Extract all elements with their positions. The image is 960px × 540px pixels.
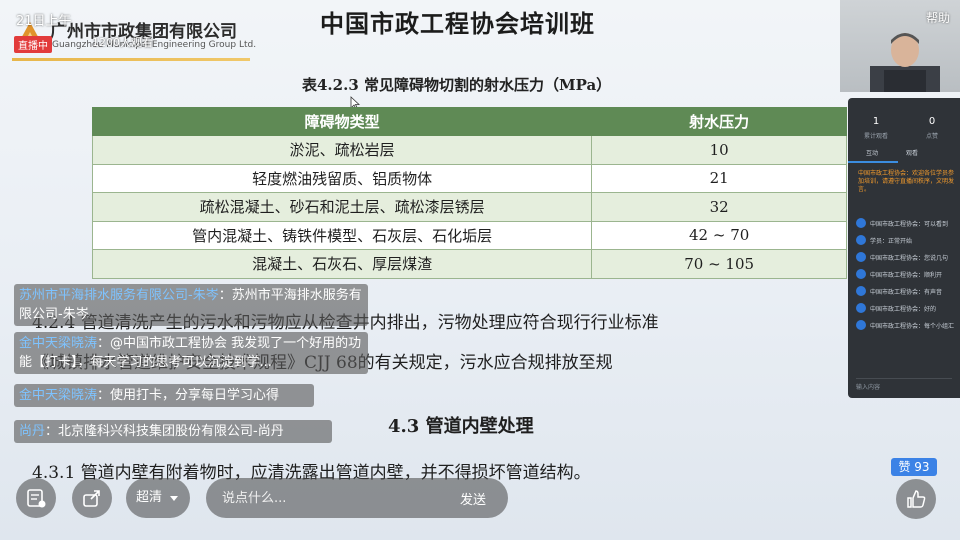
chevron-down-icon (170, 496, 178, 501)
tab-viewers[interactable]: 观看 (906, 148, 918, 157)
stat-label: 累计观看 (863, 133, 888, 140)
company-name-en: Guangzhou Municipal Engineering Group Lt… (52, 40, 257, 50)
quality-label: 超清 (136, 490, 163, 505)
panel-notice: 中国市政工程协会：欢迎各位学员参加培训，请遵守直播间秩序，文明发言。 (858, 170, 955, 193)
table-cell: 32 (591, 192, 847, 222)
list-item: 中国市政工程协会：有声音 (854, 284, 958, 301)
table-cell: 疏松混凝土、砂石和泥土层、疏松漆层锈层 (91, 192, 593, 222)
avatar (856, 269, 866, 279)
table-cell: 42 ~ 70 (591, 220, 847, 250)
chat-message: 苏州市平海排水服务有限公司-朱岑：苏州市平海排水服务有限公司-朱岑 (14, 284, 368, 326)
avatar (856, 286, 866, 296)
chat-username[interactable]: 金中天梁晓涛 (19, 388, 97, 403)
table-header-pressure: 射水压力 (591, 107, 847, 136)
avatar (856, 218, 866, 228)
table-row: 疏松混凝土、砂石和泥土层、疏松漆层锈层 32 (91, 192, 847, 222)
tab-interaction[interactable]: 互动 (866, 148, 878, 157)
list-item: 中国市政工程协会：您说几句 (854, 250, 958, 267)
thumbs-up-icon (907, 490, 926, 508)
notes-icon (27, 489, 46, 508)
table-cell: 21 (591, 163, 847, 193)
avatar (856, 303, 866, 313)
message-text: 中国市政工程协会：您说几句 (870, 255, 949, 262)
quality-selector[interactable]: 超清 (126, 478, 190, 518)
chat-username[interactable]: 尚丹 (19, 424, 45, 439)
active-tab-indicator (848, 161, 898, 163)
list-item: 学员：正常开始 (854, 233, 958, 250)
panel-stat-views: 1 累计观看 (848, 116, 904, 140)
section-heading-4-3: 4.3 管道内壁处理 (388, 416, 534, 437)
table-cell: 70 ~ 105 (591, 249, 847, 279)
table-row: 混凝土、石灰石、厚层煤渣 70 ~ 105 (91, 249, 847, 279)
chat-message: 金中天梁晓涛：使用打卡，分享每日学习心得 (14, 384, 314, 407)
avatar (856, 235, 866, 245)
chat-username[interactable]: 苏州市平海排水服务有限公司-朱岑 (19, 288, 219, 303)
chat-text: 北京隆科兴科技集团股份有限公司-尚丹 (58, 424, 284, 439)
logo-underline (12, 58, 250, 61)
stat-label: 点赞 (925, 133, 938, 140)
stat-number: 0 (928, 116, 936, 127)
share-button[interactable] (72, 478, 112, 518)
panel-message-list: 中国市政工程协会：可以看到 学员：正常开始 中国市政工程协会：您说几句 中国市政… (854, 216, 958, 335)
list-item: 中国市政工程协会：可以看到 (854, 216, 958, 233)
chat-text: 使用打卡，分享每日学习心得 (110, 388, 280, 403)
message-text: 学员：正常开始 (870, 238, 913, 245)
message-text: 中国市政工程协会：顺利开 (870, 272, 943, 279)
presenter-video-icon (870, 33, 940, 92)
list-item: 中国市政工程协会：每个小组汇 (854, 318, 958, 335)
chat-username[interactable]: 金中天梁晓涛 (19, 336, 97, 351)
help-button[interactable]: 帮助 (926, 9, 950, 26)
presenter-camera[interactable]: 帮助 (840, 0, 960, 92)
stream-clock: 21日上午 (16, 14, 72, 29)
message-text: 中国市政工程协会：好的 (870, 306, 937, 313)
list-item: 中国市政工程协会：好的 (854, 301, 958, 318)
message-text: 中国市政工程协会：可以看到 (870, 221, 949, 228)
table-cell: 轻度燃油残留质、铝质物体 (91, 163, 593, 193)
list-item: 中国市政工程协会：顺利开 (854, 267, 958, 284)
table-header-row: 障碍物类型 射水压力 (91, 107, 847, 136)
panel-stat-likes: 0 点赞 (904, 116, 960, 140)
interaction-panel: 1 累计观看 0 点赞 互动 观看 中国市政工程协会：欢迎各位学员参加培训，请遵… (848, 98, 960, 398)
avatar (856, 320, 866, 330)
viewer-count: 1200人观看 (92, 36, 153, 49)
comment-box: 发送 (206, 478, 508, 518)
message-text: 中国市政工程协会：有声音 (870, 289, 943, 296)
panel-tabs: 互动 观看 (854, 148, 954, 162)
notes-button[interactable] (16, 478, 56, 518)
stat-number: 1 (872, 116, 880, 127)
bottom-control-bar: 超清 发送 (0, 476, 960, 540)
table-cell: 管内混凝土、铸铁件模型、石灰层、石化垢层 (91, 220, 593, 250)
like-count-badge: 赞 93 (891, 458, 937, 476)
table-cell: 淤泥、疏松岩层 (91, 135, 593, 165)
table-row: 管内混凝土、铸铁件模型、石灰层、石化垢层 42 ~ 70 (91, 220, 847, 250)
table-caption: 表4.2.3 常见障碍物切割的射水压力（MPa） (302, 76, 612, 94)
share-icon (83, 490, 100, 507)
table-header-obstacle: 障碍物类型 (91, 107, 593, 136)
avatar (856, 252, 866, 262)
lecture-slide: 广州市市政集团有限公司 Guangzhou Municipal Engineer… (0, 0, 960, 540)
pressure-table: 障碍物类型 射水压力 淤泥、疏松岩层 10 轻度燃油残留质、铝质物体 21 疏松… (91, 107, 847, 279)
like-button[interactable] (896, 479, 936, 519)
message-text: 中国市政工程协会：每个小组汇 (870, 323, 955, 330)
table-row: 轻度燃油残留质、铝质物体 21 (91, 163, 847, 193)
panel-stats: 1 累计观看 0 点赞 (848, 116, 960, 146)
slide-title: 中国市政工程协会培训班 (320, 9, 595, 38)
chat-message: 金中天梁晓涛：@中国市政工程协会 我发现了一个好用的功能【打卡】，每天学习的思考… (14, 332, 368, 374)
table-row: 淤泥、疏松岩层 10 (91, 135, 847, 165)
table-cell: 混凝土、石灰石、厚层煤渣 (91, 249, 593, 279)
comment-input[interactable] (222, 489, 422, 507)
live-badge: 直播中 (14, 36, 52, 53)
send-button[interactable]: 发送 (460, 489, 486, 508)
chat-message: 尚丹：北京隆科兴科技集团股份有限公司-尚丹 (14, 420, 332, 443)
panel-input[interactable]: 输入内容 (856, 378, 952, 392)
table-cell: 10 (591, 135, 847, 165)
